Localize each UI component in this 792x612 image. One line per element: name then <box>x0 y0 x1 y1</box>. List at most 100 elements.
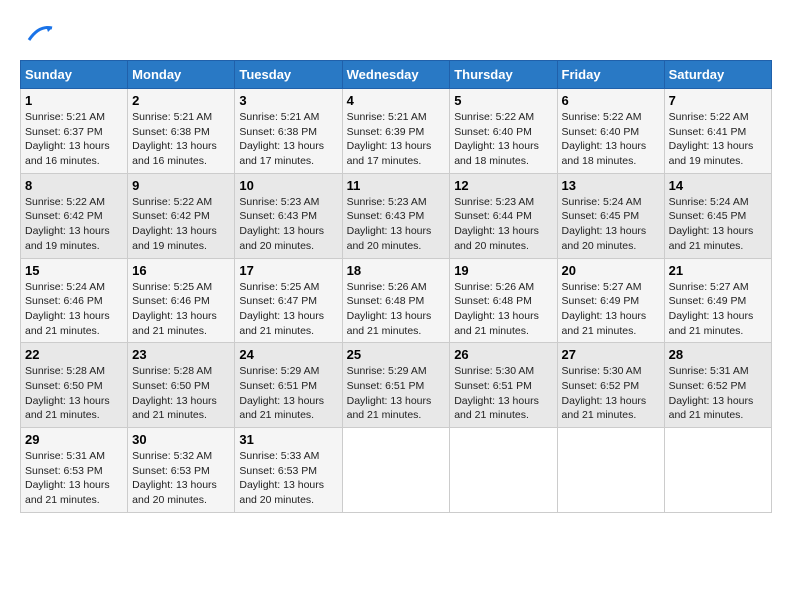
calendar-cell: 5 Sunrise: 5:22 AMSunset: 6:40 PMDayligh… <box>450 89 557 174</box>
calendar-cell: 31 Sunrise: 5:33 AMSunset: 6:53 PMDaylig… <box>235 428 342 513</box>
day-info: Sunrise: 5:25 AMSunset: 6:47 PMDaylight:… <box>239 281 324 337</box>
day-number: 31 <box>239 432 337 447</box>
day-info: Sunrise: 5:23 AMSunset: 6:44 PMDaylight:… <box>454 196 539 252</box>
day-number: 9 <box>132 178 230 193</box>
calendar-cell: 29 Sunrise: 5:31 AMSunset: 6:53 PMDaylig… <box>21 428 128 513</box>
weekday-header-thursday: Thursday <box>450 61 557 89</box>
day-number: 16 <box>132 263 230 278</box>
day-info: Sunrise: 5:30 AMSunset: 6:52 PMDaylight:… <box>562 365 647 421</box>
calendar-cell: 23 Sunrise: 5:28 AMSunset: 6:50 PMDaylig… <box>128 343 235 428</box>
day-number: 5 <box>454 93 552 108</box>
day-info: Sunrise: 5:22 AMSunset: 6:40 PMDaylight:… <box>454 111 539 167</box>
calendar-cell: 16 Sunrise: 5:25 AMSunset: 6:46 PMDaylig… <box>128 258 235 343</box>
day-number: 1 <box>25 93 123 108</box>
calendar-cell: 25 Sunrise: 5:29 AMSunset: 6:51 PMDaylig… <box>342 343 450 428</box>
calendar-cell: 22 Sunrise: 5:28 AMSunset: 6:50 PMDaylig… <box>21 343 128 428</box>
day-number: 8 <box>25 178 123 193</box>
day-number: 27 <box>562 347 660 362</box>
calendar-cell <box>557 428 664 513</box>
logo <box>20 20 54 50</box>
day-info: Sunrise: 5:21 AMSunset: 6:38 PMDaylight:… <box>239 111 324 167</box>
weekday-header-wednesday: Wednesday <box>342 61 450 89</box>
day-number: 10 <box>239 178 337 193</box>
calendar-table: SundayMondayTuesdayWednesdayThursdayFrid… <box>20 60 772 513</box>
day-number: 25 <box>347 347 446 362</box>
day-number: 6 <box>562 93 660 108</box>
calendar-cell: 1 Sunrise: 5:21 AMSunset: 6:37 PMDayligh… <box>21 89 128 174</box>
day-number: 14 <box>669 178 767 193</box>
calendar-cell: 11 Sunrise: 5:23 AMSunset: 6:43 PMDaylig… <box>342 173 450 258</box>
day-info: Sunrise: 5:22 AMSunset: 6:41 PMDaylight:… <box>669 111 754 167</box>
day-number: 3 <box>239 93 337 108</box>
day-info: Sunrise: 5:24 AMSunset: 6:45 PMDaylight:… <box>562 196 647 252</box>
day-info: Sunrise: 5:28 AMSunset: 6:50 PMDaylight:… <box>25 365 110 421</box>
day-number: 4 <box>347 93 446 108</box>
day-info: Sunrise: 5:33 AMSunset: 6:53 PMDaylight:… <box>239 450 324 506</box>
day-number: 22 <box>25 347 123 362</box>
day-info: Sunrise: 5:27 AMSunset: 6:49 PMDaylight:… <box>562 281 647 337</box>
day-info: Sunrise: 5:32 AMSunset: 6:53 PMDaylight:… <box>132 450 217 506</box>
day-info: Sunrise: 5:22 AMSunset: 6:40 PMDaylight:… <box>562 111 647 167</box>
day-info: Sunrise: 5:30 AMSunset: 6:51 PMDaylight:… <box>454 365 539 421</box>
day-info: Sunrise: 5:24 AMSunset: 6:45 PMDaylight:… <box>669 196 754 252</box>
day-number: 17 <box>239 263 337 278</box>
day-number: 19 <box>454 263 552 278</box>
calendar-cell: 9 Sunrise: 5:22 AMSunset: 6:42 PMDayligh… <box>128 173 235 258</box>
calendar-cell: 27 Sunrise: 5:30 AMSunset: 6:52 PMDaylig… <box>557 343 664 428</box>
day-info: Sunrise: 5:26 AMSunset: 6:48 PMDaylight:… <box>347 281 432 337</box>
day-info: Sunrise: 5:27 AMSunset: 6:49 PMDaylight:… <box>669 281 754 337</box>
day-number: 29 <box>25 432 123 447</box>
day-info: Sunrise: 5:31 AMSunset: 6:53 PMDaylight:… <box>25 450 110 506</box>
day-number: 20 <box>562 263 660 278</box>
day-info: Sunrise: 5:24 AMSunset: 6:46 PMDaylight:… <box>25 281 110 337</box>
calendar-cell: 10 Sunrise: 5:23 AMSunset: 6:43 PMDaylig… <box>235 173 342 258</box>
calendar-cell: 20 Sunrise: 5:27 AMSunset: 6:49 PMDaylig… <box>557 258 664 343</box>
calendar-cell: 28 Sunrise: 5:31 AMSunset: 6:52 PMDaylig… <box>664 343 771 428</box>
calendar-cell: 14 Sunrise: 5:24 AMSunset: 6:45 PMDaylig… <box>664 173 771 258</box>
day-number: 21 <box>669 263 767 278</box>
day-number: 15 <box>25 263 123 278</box>
calendar-cell <box>664 428 771 513</box>
weekday-header-friday: Friday <box>557 61 664 89</box>
calendar-cell: 4 Sunrise: 5:21 AMSunset: 6:39 PMDayligh… <box>342 89 450 174</box>
calendar-cell: 26 Sunrise: 5:30 AMSunset: 6:51 PMDaylig… <box>450 343 557 428</box>
day-number: 12 <box>454 178 552 193</box>
calendar-cell: 12 Sunrise: 5:23 AMSunset: 6:44 PMDaylig… <box>450 173 557 258</box>
day-number: 24 <box>239 347 337 362</box>
day-info: Sunrise: 5:21 AMSunset: 6:37 PMDaylight:… <box>25 111 110 167</box>
day-info: Sunrise: 5:29 AMSunset: 6:51 PMDaylight:… <box>239 365 324 421</box>
day-number: 7 <box>669 93 767 108</box>
day-info: Sunrise: 5:21 AMSunset: 6:38 PMDaylight:… <box>132 111 217 167</box>
day-number: 30 <box>132 432 230 447</box>
calendar-cell <box>450 428 557 513</box>
calendar-cell <box>342 428 450 513</box>
logo-icon <box>24 20 54 50</box>
calendar-cell: 6 Sunrise: 5:22 AMSunset: 6:40 PMDayligh… <box>557 89 664 174</box>
weekday-header-monday: Monday <box>128 61 235 89</box>
day-info: Sunrise: 5:22 AMSunset: 6:42 PMDaylight:… <box>25 196 110 252</box>
weekday-header-tuesday: Tuesday <box>235 61 342 89</box>
day-number: 23 <box>132 347 230 362</box>
calendar-cell: 8 Sunrise: 5:22 AMSunset: 6:42 PMDayligh… <box>21 173 128 258</box>
day-number: 18 <box>347 263 446 278</box>
day-info: Sunrise: 5:26 AMSunset: 6:48 PMDaylight:… <box>454 281 539 337</box>
calendar-cell: 2 Sunrise: 5:21 AMSunset: 6:38 PMDayligh… <box>128 89 235 174</box>
weekday-header-saturday: Saturday <box>664 61 771 89</box>
calendar-cell: 21 Sunrise: 5:27 AMSunset: 6:49 PMDaylig… <box>664 258 771 343</box>
day-number: 11 <box>347 178 446 193</box>
calendar-cell: 24 Sunrise: 5:29 AMSunset: 6:51 PMDaylig… <box>235 343 342 428</box>
calendar-cell: 15 Sunrise: 5:24 AMSunset: 6:46 PMDaylig… <box>21 258 128 343</box>
day-info: Sunrise: 5:29 AMSunset: 6:51 PMDaylight:… <box>347 365 432 421</box>
day-info: Sunrise: 5:22 AMSunset: 6:42 PMDaylight:… <box>132 196 217 252</box>
day-info: Sunrise: 5:25 AMSunset: 6:46 PMDaylight:… <box>132 281 217 337</box>
day-info: Sunrise: 5:31 AMSunset: 6:52 PMDaylight:… <box>669 365 754 421</box>
header <box>20 20 772 50</box>
day-info: Sunrise: 5:21 AMSunset: 6:39 PMDaylight:… <box>347 111 432 167</box>
day-info: Sunrise: 5:23 AMSunset: 6:43 PMDaylight:… <box>239 196 324 252</box>
day-number: 13 <box>562 178 660 193</box>
calendar-cell: 17 Sunrise: 5:25 AMSunset: 6:47 PMDaylig… <box>235 258 342 343</box>
day-number: 28 <box>669 347 767 362</box>
day-info: Sunrise: 5:28 AMSunset: 6:50 PMDaylight:… <box>132 365 217 421</box>
calendar-cell: 3 Sunrise: 5:21 AMSunset: 6:38 PMDayligh… <box>235 89 342 174</box>
calendar-cell: 19 Sunrise: 5:26 AMSunset: 6:48 PMDaylig… <box>450 258 557 343</box>
